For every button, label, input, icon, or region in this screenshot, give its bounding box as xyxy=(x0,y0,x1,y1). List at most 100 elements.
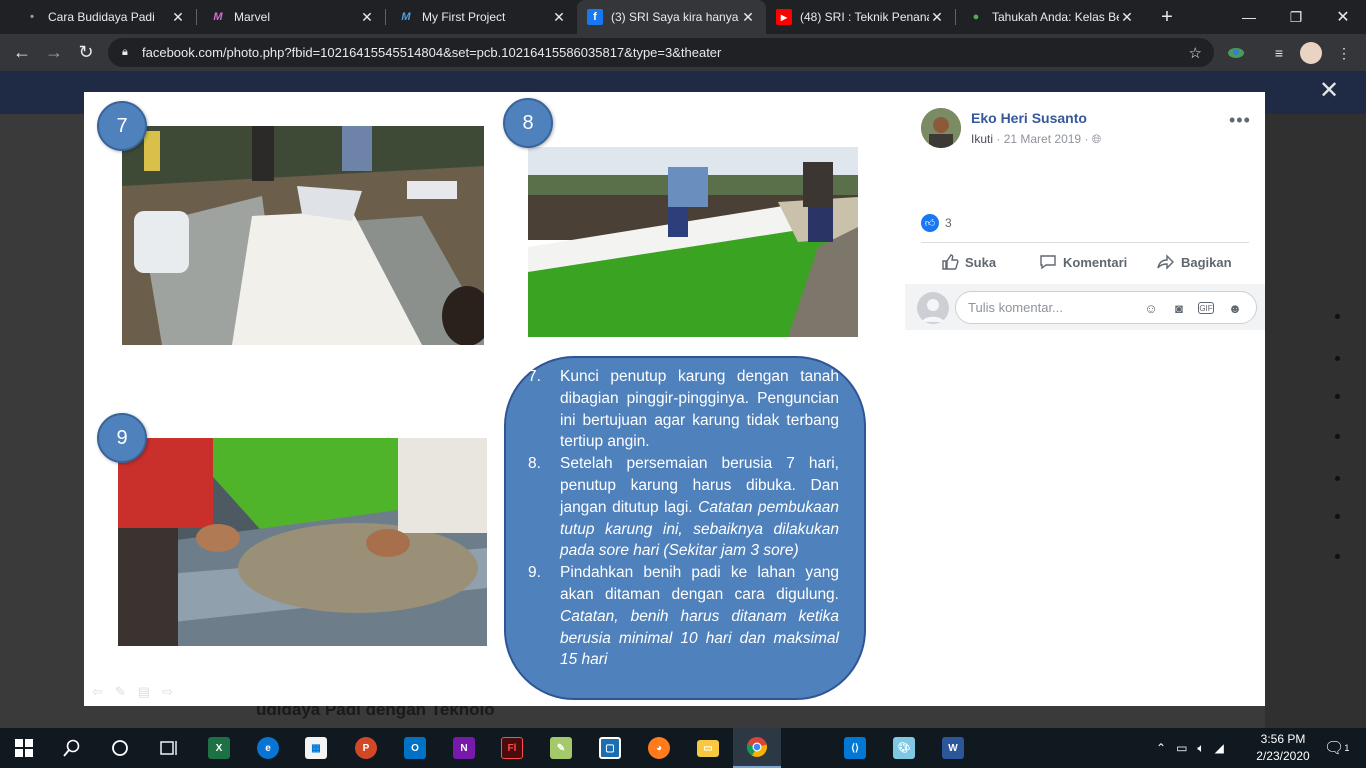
chrome-icon[interactable] xyxy=(733,728,781,768)
minimize-button[interactable]: — xyxy=(1226,0,1272,34)
close-icon[interactable]: ✕ xyxy=(551,9,567,26)
author-avatar[interactable] xyxy=(921,108,961,148)
comment-label: Komentari xyxy=(1063,254,1128,270)
tab-marvel[interactable]: M Marvel ✕ xyxy=(200,0,385,34)
user-avatar xyxy=(917,292,949,324)
search-button[interactable] xyxy=(48,728,96,768)
menu-icon[interactable]: ⋮ xyxy=(1333,42,1355,64)
close-icon[interactable]: ✕ xyxy=(359,9,375,26)
like-count: 3 xyxy=(945,216,952,230)
camera-icon[interactable]: ◙ xyxy=(1170,299,1188,317)
new-tab-button[interactable]: + xyxy=(1155,5,1179,29)
sticker-icon[interactable]: ☻ xyxy=(1226,299,1244,317)
media-control-icon[interactable]: ≡ xyxy=(1268,42,1290,64)
forward-button[interactable]: → xyxy=(40,38,68,66)
close-icon[interactable]: ✕ xyxy=(1119,9,1135,26)
right-rail-dimmed xyxy=(1265,114,1366,728)
comment-button[interactable]: Komentari xyxy=(1039,253,1127,271)
lock-icon: 🔒︎ xyxy=(122,46,128,58)
extension-icon[interactable] xyxy=(1225,42,1247,64)
post-date[interactable]: 21 Maret 2019 xyxy=(1004,132,1081,146)
share-label: Bagikan xyxy=(1181,254,1232,270)
notification-count: 1 xyxy=(1344,743,1350,753)
chevron-up-icon[interactable]: ⌃ xyxy=(1156,741,1166,755)
comment-input[interactable] xyxy=(968,300,1138,315)
outlook-icon[interactable]: O xyxy=(391,728,439,768)
share-button[interactable]: Bagikan xyxy=(1157,253,1232,271)
file-explorer-icon[interactable]: ▭ xyxy=(684,728,732,768)
tab-facebook-active[interactable]: f (3) SRI Saya kira hanya t ✕ xyxy=(577,0,766,34)
step-9-badge: 9 xyxy=(97,413,147,463)
battery-icon[interactable]: ▭ xyxy=(1176,741,1187,755)
instruction-number: 9. xyxy=(528,564,541,582)
instruction-number: 8. xyxy=(528,455,541,473)
follow-link[interactable]: Ikuti xyxy=(971,132,993,146)
store-icon[interactable]: ▦ xyxy=(292,728,340,768)
profile-avatar[interactable] xyxy=(1300,42,1322,64)
tab-tahukah-anda[interactable]: ● Tahukah Anda: Kelas Be ✕ xyxy=(958,0,1145,34)
start-button[interactable] xyxy=(0,728,48,768)
windows-taskbar: X e ▦ P O N Fl ✎ ▢ ◕ ▭ ⟨⟩ 🎨︎ W ⌃ ▭ 🔈︎ ◢ … xyxy=(0,728,1366,768)
tab-title: Marvel xyxy=(234,10,271,24)
restore-button[interactable]: ❐ xyxy=(1273,0,1319,34)
excel-icon[interactable]: X xyxy=(195,728,243,768)
web-icon: ● xyxy=(972,11,980,23)
notification-center-icon[interactable]: 🗨︎ 1 xyxy=(1324,728,1349,768)
tab-title: (48) SRI : Teknik Penana xyxy=(800,10,929,24)
post-meta: Ikuti · 21 Maret 2019 · 🌐︎ xyxy=(971,132,1102,146)
back-button[interactable]: ← xyxy=(8,38,36,66)
photo-step-9 xyxy=(118,438,487,646)
generic-dot-icon: • xyxy=(30,11,34,23)
facebook-icon: f xyxy=(587,9,603,25)
tab-cara-budidaya[interactable]: • Cara Budidaya Padi ✕ xyxy=(14,0,196,34)
onenote-icon[interactable]: N xyxy=(440,728,488,768)
volume-icon[interactable]: 🔈︎ xyxy=(1197,741,1204,756)
instruction-item: 7. Kunci penutup karung dengan tanah dib… xyxy=(528,366,839,453)
notepad-icon[interactable]: ✎ xyxy=(537,728,585,768)
post-side-panel: Eko Heri Susanto Ikuti · 21 Maret 2019 ·… xyxy=(905,92,1265,706)
gif-icon[interactable]: GIF xyxy=(1198,302,1214,314)
clock-date: 2/23/2020 xyxy=(1256,749,1310,763)
instruction-text: Kunci penutup karung dengan tanah dibagi… xyxy=(560,368,839,451)
more-options-icon[interactable]: ••• xyxy=(1229,110,1251,131)
cortana-button[interactable] xyxy=(96,728,144,768)
edge-icon[interactable]: e xyxy=(244,728,292,768)
theater-close-icon[interactable]: ✕ xyxy=(1316,78,1342,104)
emoji-icon[interactable]: ☺ xyxy=(1142,299,1160,317)
marvel-icon: M xyxy=(401,11,411,23)
snip-icon[interactable]: ▢ xyxy=(586,728,634,768)
thumbs-up-icon xyxy=(942,254,959,270)
tab-my-first-project[interactable]: M My First Project ✕ xyxy=(388,0,577,34)
tab-title: Tahukah Anda: Kelas Be xyxy=(992,10,1119,24)
reaction-summary[interactable]: 👍︎ 3 xyxy=(921,214,952,232)
author-name[interactable]: Eko Heri Susanto xyxy=(971,110,1087,126)
reload-button[interactable]: ↻ xyxy=(72,38,100,66)
photo-viewer[interactable]: 7 8 9 7. Kunci penutup karung dengan tan… xyxy=(84,92,905,706)
like-button[interactable]: Suka xyxy=(941,253,996,271)
close-icon[interactable]: ✕ xyxy=(170,9,186,26)
like-label: Suka xyxy=(965,254,997,270)
window-close-button[interactable]: ✕ xyxy=(1320,0,1366,34)
taskbar-clock[interactable]: 3:56 PM 2/23/2020 xyxy=(1254,731,1312,765)
vscode-icon[interactable]: ⟨⟩ xyxy=(831,728,879,768)
close-icon[interactable]: ✕ xyxy=(740,9,756,26)
flash-icon[interactable]: Fl xyxy=(488,728,536,768)
address-bar[interactable]: 🔒︎ facebook.com/photo.php?fbid=102164155… xyxy=(108,38,1214,67)
instruction-number: 7. xyxy=(528,368,541,385)
tab-youtube[interactable]: ▶ (48) SRI : Teknik Penana ✕ xyxy=(766,0,955,34)
paint-icon[interactable]: 🎨︎ xyxy=(880,728,928,768)
task-view-button[interactable] xyxy=(144,728,192,768)
marvel-icon: M xyxy=(213,11,223,23)
photo-controls-faint[interactable]: ⇦✎▤⇨ xyxy=(92,684,185,700)
step-7-badge: 7 xyxy=(97,101,147,151)
network-icon[interactable]: ◢ xyxy=(1215,741,1224,755)
youtube-icon: ▶ xyxy=(776,9,792,25)
tab-strip: • Cara Budidaya Padi ✕ M Marvel ✕ M My F… xyxy=(0,0,1366,34)
firefox-icon[interactable]: ◕ xyxy=(635,728,683,768)
instructions-box: 7. Kunci penutup karung dengan tanah dib… xyxy=(504,356,866,700)
word-icon[interactable]: W xyxy=(929,728,977,768)
close-icon[interactable]: ✕ xyxy=(929,9,945,26)
comment-input-wrap[interactable]: ☺ ◙ GIF ☻ xyxy=(955,291,1257,324)
bookmark-star-icon[interactable]: ☆ xyxy=(1189,44,1202,62)
powerpoint-icon[interactable]: P xyxy=(342,728,390,768)
